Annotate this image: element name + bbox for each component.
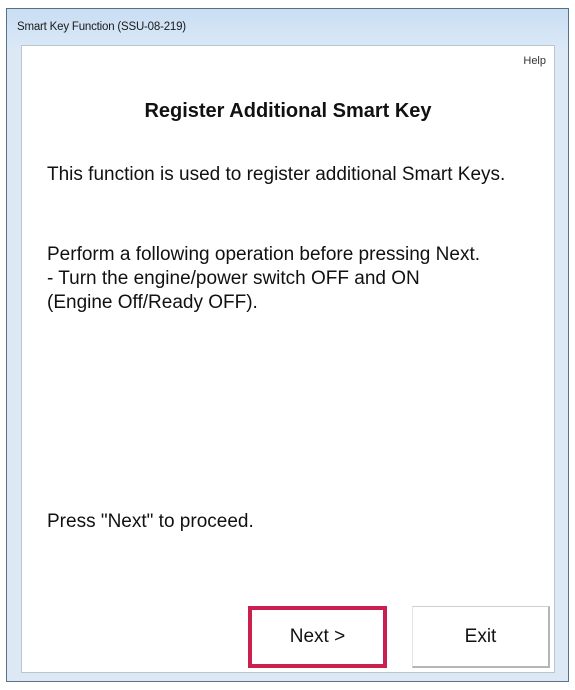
instruction-line-1: Perform a following operation before pre…: [47, 244, 481, 265]
instruction-line-3: (Engine Off/Ready OFF).: [47, 292, 258, 313]
next-button-label: Next >: [289, 626, 346, 647]
proceed-prompt: Press "Next" to proceed.: [47, 511, 254, 532]
window-titlebar[interactable]: Smart Key Function (SSU-08-219): [7, 9, 568, 49]
window-title: Smart Key Function (SSU-08-219): [17, 21, 186, 33]
exit-button-label: Exit: [464, 625, 497, 647]
dialog-content: Help Register Additional Smart Key This …: [21, 45, 555, 673]
app-window: Smart Key Function (SSU-08-219) Help Reg…: [6, 8, 569, 682]
page-title: Register Additional Smart Key: [144, 100, 432, 122]
exit-button[interactable]: Exit: [412, 606, 550, 668]
description-text: This function is used to register additi…: [47, 164, 506, 185]
help-link[interactable]: Help: [523, 55, 546, 67]
instruction-line-2: - Turn the engine/power switch OFF and O…: [47, 268, 420, 289]
next-button[interactable]: Next >: [248, 606, 387, 668]
